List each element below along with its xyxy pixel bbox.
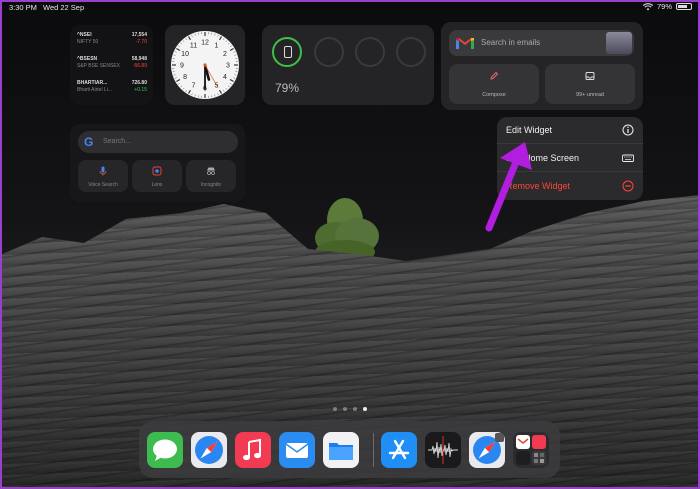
iphone-icon [284, 46, 292, 58]
account-avatar[interactable] [606, 32, 632, 54]
battery-ring-empty [396, 37, 426, 67]
gmail-widget[interactable]: Search in emails Compose 99+ unread [441, 22, 643, 110]
page-dot[interactable] [363, 407, 367, 411]
clock-widget[interactable]: 123456789101112 [165, 25, 245, 105]
incognito-icon [207, 167, 215, 175]
pencil-icon [490, 71, 499, 80]
gmail-logo-icon [456, 38, 474, 49]
voice-search-button[interactable]: Voice Search [78, 160, 128, 192]
stock-value: 726.80 [131, 80, 147, 86]
stock-change: +0.15 [134, 87, 147, 93]
unread-label: 99+ unread [576, 92, 604, 98]
clock-numeral: 10 [181, 51, 189, 58]
stock-row[interactable]: ^NSEI 17,554 NIFTY 50 -7.70 [77, 32, 147, 50]
battery-ring-empty [355, 37, 385, 67]
app-store-icon[interactable] [381, 432, 417, 468]
google-search-widget[interactable]: G Search... Voice Search Lens Incognito [70, 124, 245, 202]
stock-name: Bharti Airtel Li... [77, 87, 113, 93]
microphone-icon [99, 166, 107, 176]
clock-center-pin [203, 63, 207, 67]
clock-numeral: 4 [223, 74, 227, 81]
stock-row[interactable]: ^BSESN 58,948 S&P BSE SENSEX -56.89 [77, 56, 147, 74]
clock-numeral: 8 [183, 74, 187, 81]
stock-symbol: BHARTIAR... [77, 80, 108, 86]
inbox-icon [585, 72, 595, 80]
voice-memos-icon[interactable] [425, 432, 461, 468]
gmail-search-placeholder: Search in emails [481, 38, 541, 47]
stock-name: S&P BSE SENSEX [77, 63, 120, 69]
batteries-widget[interactable]: 79% [262, 25, 434, 105]
stock-row[interactable]: BHARTIAR... 726.80 Bharti Airtel Li... +0.1… [77, 80, 147, 98]
lens-button[interactable]: Lens [132, 160, 182, 192]
google-search-placeholder: Search... [103, 138, 132, 145]
stock-change: -56.89 [132, 63, 147, 69]
menu-item-label: Edit Widget [506, 125, 553, 135]
clock-numeral: 2 [223, 51, 227, 58]
stocks-widget[interactable]: ^NSEI 17,554 NIFTY 50 -7.70 ^BSESN 58,948 S&P … [70, 25, 153, 105]
incognito-label: Incognito [200, 182, 222, 188]
keyboard-icon [622, 154, 634, 162]
annotation-arrow [485, 142, 532, 232]
page-indicator[interactable] [333, 407, 367, 411]
stock-value: 17,554 [131, 32, 147, 38]
safari-icon[interactable] [469, 432, 505, 468]
page-dot[interactable] [333, 407, 337, 411]
app-library-icon[interactable] [513, 432, 549, 468]
messages-icon[interactable] [147, 432, 183, 468]
google-search-bar[interactable]: G Search... [78, 131, 238, 153]
clock-numeral: 9 [180, 63, 184, 70]
lens-camera-icon [152, 166, 162, 176]
battery-ring-empty [314, 37, 344, 67]
clock-numeral: 7 [192, 82, 196, 89]
battery-icon [676, 3, 692, 10]
status-battery-percent: 79% [656, 2, 672, 11]
dock [139, 421, 560, 478]
incognito-button[interactable]: Incognito [186, 160, 236, 192]
music-icon[interactable] [235, 432, 271, 468]
battery-fill [678, 5, 688, 8]
files-icon[interactable] [323, 432, 359, 468]
battery-percent-label: 79% [275, 81, 300, 95]
wifi-icon [642, 2, 653, 10]
clock-numeral: 12 [201, 40, 209, 47]
mail-icon[interactable] [279, 432, 315, 468]
compose-button[interactable]: Compose [449, 64, 539, 104]
gmail-search-bar[interactable]: Search in emails [449, 30, 634, 56]
page-dot[interactable] [353, 407, 357, 411]
battery-ring-device [272, 37, 302, 67]
stock-name: NIFTY 50 [77, 39, 99, 45]
unread-button[interactable]: 99+ unread [545, 64, 635, 104]
clock-numeral: 5 [215, 82, 219, 89]
voice-search-label: Voice Search [88, 182, 118, 188]
info-circle-icon [622, 124, 634, 136]
dock-divider [373, 433, 374, 467]
stock-value: 58,948 [131, 56, 147, 62]
status-right: 79% [642, 2, 692, 11]
stock-symbol: ^NSEI [77, 32, 92, 38]
safari-icon[interactable] [191, 432, 227, 468]
lens-label: Lens [151, 182, 163, 188]
page-dot[interactable] [343, 407, 347, 411]
stock-change: -7.70 [135, 39, 147, 45]
google-logo-icon: G [84, 135, 94, 149]
clock-numeral: 3 [226, 63, 230, 70]
stock-symbol: ^BSESN [77, 56, 98, 62]
compose-label: Compose [482, 92, 506, 98]
clock-numeral: 11 [190, 43, 197, 50]
analog-clock-face: 123456789101112 [171, 31, 239, 99]
minus-circle-icon [622, 180, 634, 192]
status-time: 3:30 PM [9, 3, 37, 12]
clock-numeral: 1 [215, 43, 219, 50]
status-date: Wed 22 Sep [43, 3, 85, 12]
status-bar: 3:30 PM Wed 22 Sep 79% [0, 0, 700, 14]
